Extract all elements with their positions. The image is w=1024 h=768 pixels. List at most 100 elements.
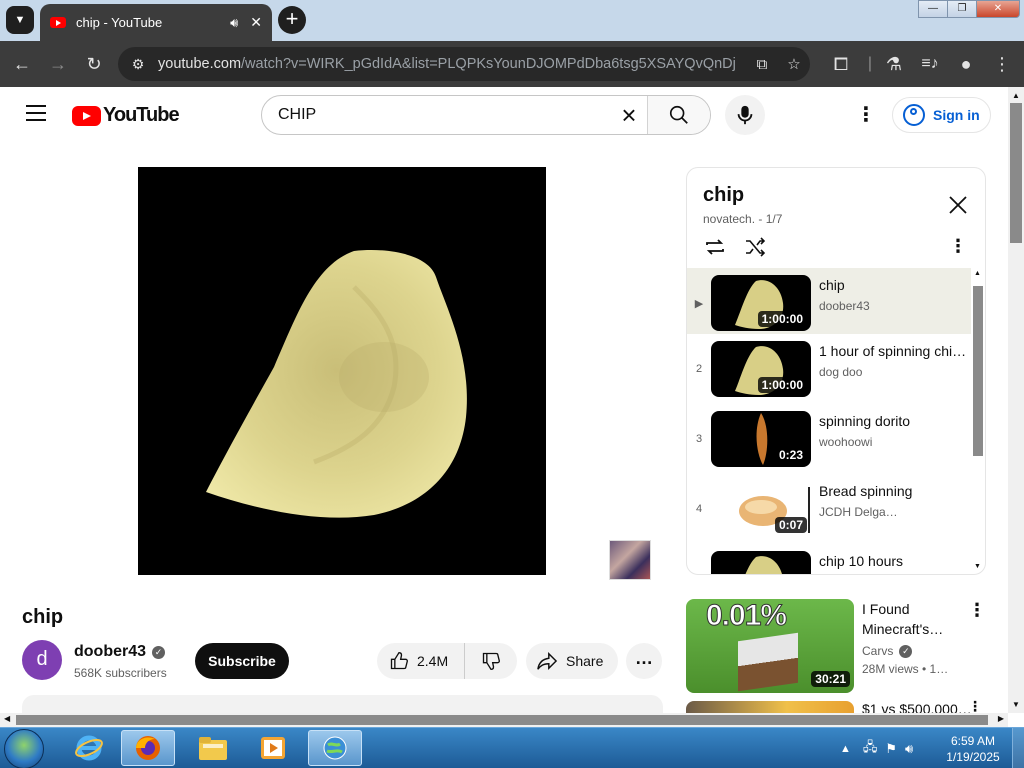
media-controls-icon[interactable]: ≡♪: [918, 52, 942, 76]
thumbs-down-icon: [482, 652, 501, 671]
firefox-icon[interactable]: [121, 730, 175, 766]
labs-flask-icon[interactable]: ⚗: [882, 52, 906, 76]
page-vertical-scrollbar[interactable]: ▲ ▼: [1008, 87, 1024, 713]
channel-avatar[interactable]: d: [22, 640, 62, 680]
playlist-items: ▶ 1:00:00 chip doober43 2 1:00:00 1 hour…: [687, 268, 971, 574]
like-button[interactable]: 2.4M: [377, 643, 465, 679]
action-center-flag-icon[interactable]: ⚑: [885, 741, 897, 757]
playlist-item[interactable]: 5 chip 10 hours: [687, 544, 971, 574]
recommended-more-icon[interactable]: ⋮: [968, 698, 982, 713]
playlist-scrollbar[interactable]: ▲ ▼: [971, 268, 985, 574]
playlist-item-channel: dog doo: [819, 365, 863, 379]
horizontal-scroll-thumb[interactable]: [16, 715, 988, 725]
show-desktop-button[interactable]: [1012, 728, 1024, 768]
playlist-item[interactable]: 4 0:07 Bread spinning JCDH Delga…: [687, 474, 971, 544]
playlist-item-title: spinning dorito: [819, 413, 911, 429]
playlist-item[interactable]: 2 1:00:00 1 hour of spinning chi… dog do…: [687, 334, 971, 404]
network-globe-icon[interactable]: [308, 730, 362, 766]
recommended-video-title[interactable]: $1 vs $500,000…: [862, 701, 972, 713]
youtube-masthead: YouTube × ⋮ Sign in: [0, 87, 1008, 143]
shuffle-icon[interactable]: [743, 236, 767, 258]
sign-in-button[interactable]: Sign in: [892, 97, 991, 133]
menu-icon[interactable]: [26, 105, 46, 121]
profile-icon[interactable]: ●: [954, 52, 978, 76]
bookmark-star-icon[interactable]: ☆: [778, 55, 810, 73]
youtube-logo[interactable]: YouTube: [72, 104, 180, 127]
clear-search-icon[interactable]: ×: [611, 96, 647, 134]
site-info-icon[interactable]: ⚙: [118, 56, 158, 73]
page-horizontal-scrollbar[interactable]: ◀ ▶: [0, 713, 1008, 727]
scroll-left-icon[interactable]: ◀: [4, 714, 10, 723]
duration-badge: 0:07: [774, 517, 807, 533]
recommended-video-title[interactable]: I Found Minecraft's…: [862, 599, 962, 639]
windows-taskbar: ▲ 🖧︎ ⚑ 🔊︎ 6:59 AM 1/19/2025: [0, 727, 1024, 768]
browser-titlebar: ▼ chip - YouTube 🔊︎ ✕ + — ❐ ✕: [0, 0, 1024, 41]
scroll-down-icon[interactable]: ▼: [1012, 700, 1020, 709]
search-input[interactable]: [262, 96, 611, 134]
tab-search-button[interactable]: ▼: [6, 6, 34, 34]
playlist-panel: chip novatech. - 1/7 ⋮ ▶ 1:00:00 chip do…: [686, 167, 986, 575]
tab-title: chip - YouTube: [76, 15, 163, 30]
chrome-menu-icon[interactable]: ⋮: [990, 52, 1014, 76]
new-tab-button[interactable]: +: [278, 6, 306, 34]
forward-icon[interactable]: →: [46, 52, 70, 76]
restore-button[interactable]: ❐: [947, 0, 977, 18]
scroll-down-icon[interactable]: ▼: [974, 563, 981, 570]
video-player[interactable]: [138, 167, 546, 575]
system-tray: ▲ 🖧︎ ⚑ 🔊︎: [840, 728, 913, 768]
close-window-button[interactable]: ✕: [976, 0, 1020, 18]
page-scroll-thumb[interactable]: [1010, 103, 1022, 243]
search-button[interactable]: [647, 96, 710, 134]
address-bar[interactable]: ⚙ youtube.com/watch?v=WIRK_pGdIdA&list=P…: [118, 47, 810, 81]
start-button[interactable]: [4, 729, 44, 768]
playlist-item[interactable]: 3 0:23 spinning dorito woohoowi: [687, 404, 971, 474]
reload-icon[interactable]: ↻: [82, 52, 106, 76]
volume-icon[interactable]: 🔊︎: [905, 741, 913, 757]
subscribe-button[interactable]: Subscribe: [195, 643, 289, 679]
playlist-scroll-thumb[interactable]: [973, 286, 983, 456]
install-app-icon[interactable]: ⧉: [746, 56, 778, 73]
scroll-right-icon[interactable]: ▶: [998, 714, 1004, 723]
scroll-up-icon[interactable]: ▲: [974, 270, 981, 277]
browser-toolbar: ← → ↻ ⚙ youtube.com/watch?v=WIRK_pGdIdA&…: [0, 41, 1024, 87]
playlist-more-icon[interactable]: ⋮: [949, 236, 967, 257]
close-playlist-icon[interactable]: [947, 194, 969, 216]
internet-explorer-icon[interactable]: [62, 730, 116, 766]
channel-name[interactable]: doober43 ✓: [74, 643, 166, 661]
duration-badge: 30:21: [811, 671, 850, 687]
recommended-more-icon[interactable]: ⋮: [968, 600, 986, 621]
minecraft-block-image: [738, 632, 798, 692]
recommended-video-thumbnail[interactable]: 0.01% 30:21: [686, 599, 854, 693]
playlist-title[interactable]: chip: [703, 184, 744, 207]
show-hidden-icons[interactable]: ▲: [840, 743, 851, 755]
scroll-up-icon[interactable]: ▲: [1012, 91, 1020, 100]
voice-search-button[interactable]: [725, 95, 765, 135]
url-text[interactable]: youtube.com/watch?v=WIRK_pGdIdA&list=PLQ…: [158, 56, 746, 72]
more-actions-button[interactable]: …: [626, 643, 662, 679]
clock-date: 1/19/2025: [946, 750, 1000, 764]
settings-more-icon[interactable]: ⋮: [856, 103, 876, 127]
taskbar-clock[interactable]: 6:59 AM 1/19/2025: [940, 733, 1006, 765]
extensions-icon[interactable]: ⧠: [829, 52, 853, 76]
dislike-button[interactable]: [465, 651, 517, 671]
verified-check-icon: ✓: [899, 644, 913, 658]
playlist-item-thumbnail: 0:07: [711, 481, 811, 537]
toolbar-divider: |: [867, 55, 873, 72]
playlist-item[interactable]: ▶ 1:00:00 chip doober43: [687, 268, 971, 334]
media-player-icon[interactable]: [246, 730, 300, 766]
browser-tab[interactable]: chip - YouTube 🔊︎ ✕: [40, 4, 272, 41]
share-button[interactable]: Share: [526, 643, 618, 679]
recommended-video-channel[interactable]: Carvs ✓: [862, 644, 913, 658]
tab-close-icon[interactable]: ✕: [250, 14, 262, 31]
now-playing-icon: ▶: [694, 298, 704, 310]
end-screen-thumbnail[interactable]: [609, 540, 651, 580]
potato-chip-image: [206, 250, 467, 518]
playlist-item-title: 1 hour of spinning chi…: [819, 343, 967, 359]
minimize-button[interactable]: —: [918, 0, 948, 18]
network-icon[interactable]: 🖧︎: [863, 738, 878, 760]
speaker-icon[interactable]: 🔊︎: [230, 15, 238, 31]
file-explorer-icon[interactable]: [186, 730, 240, 766]
loop-icon[interactable]: [703, 236, 727, 258]
back-icon[interactable]: ←: [10, 52, 34, 76]
playlist-subtitle: novatech. - 1/7: [703, 212, 783, 226]
